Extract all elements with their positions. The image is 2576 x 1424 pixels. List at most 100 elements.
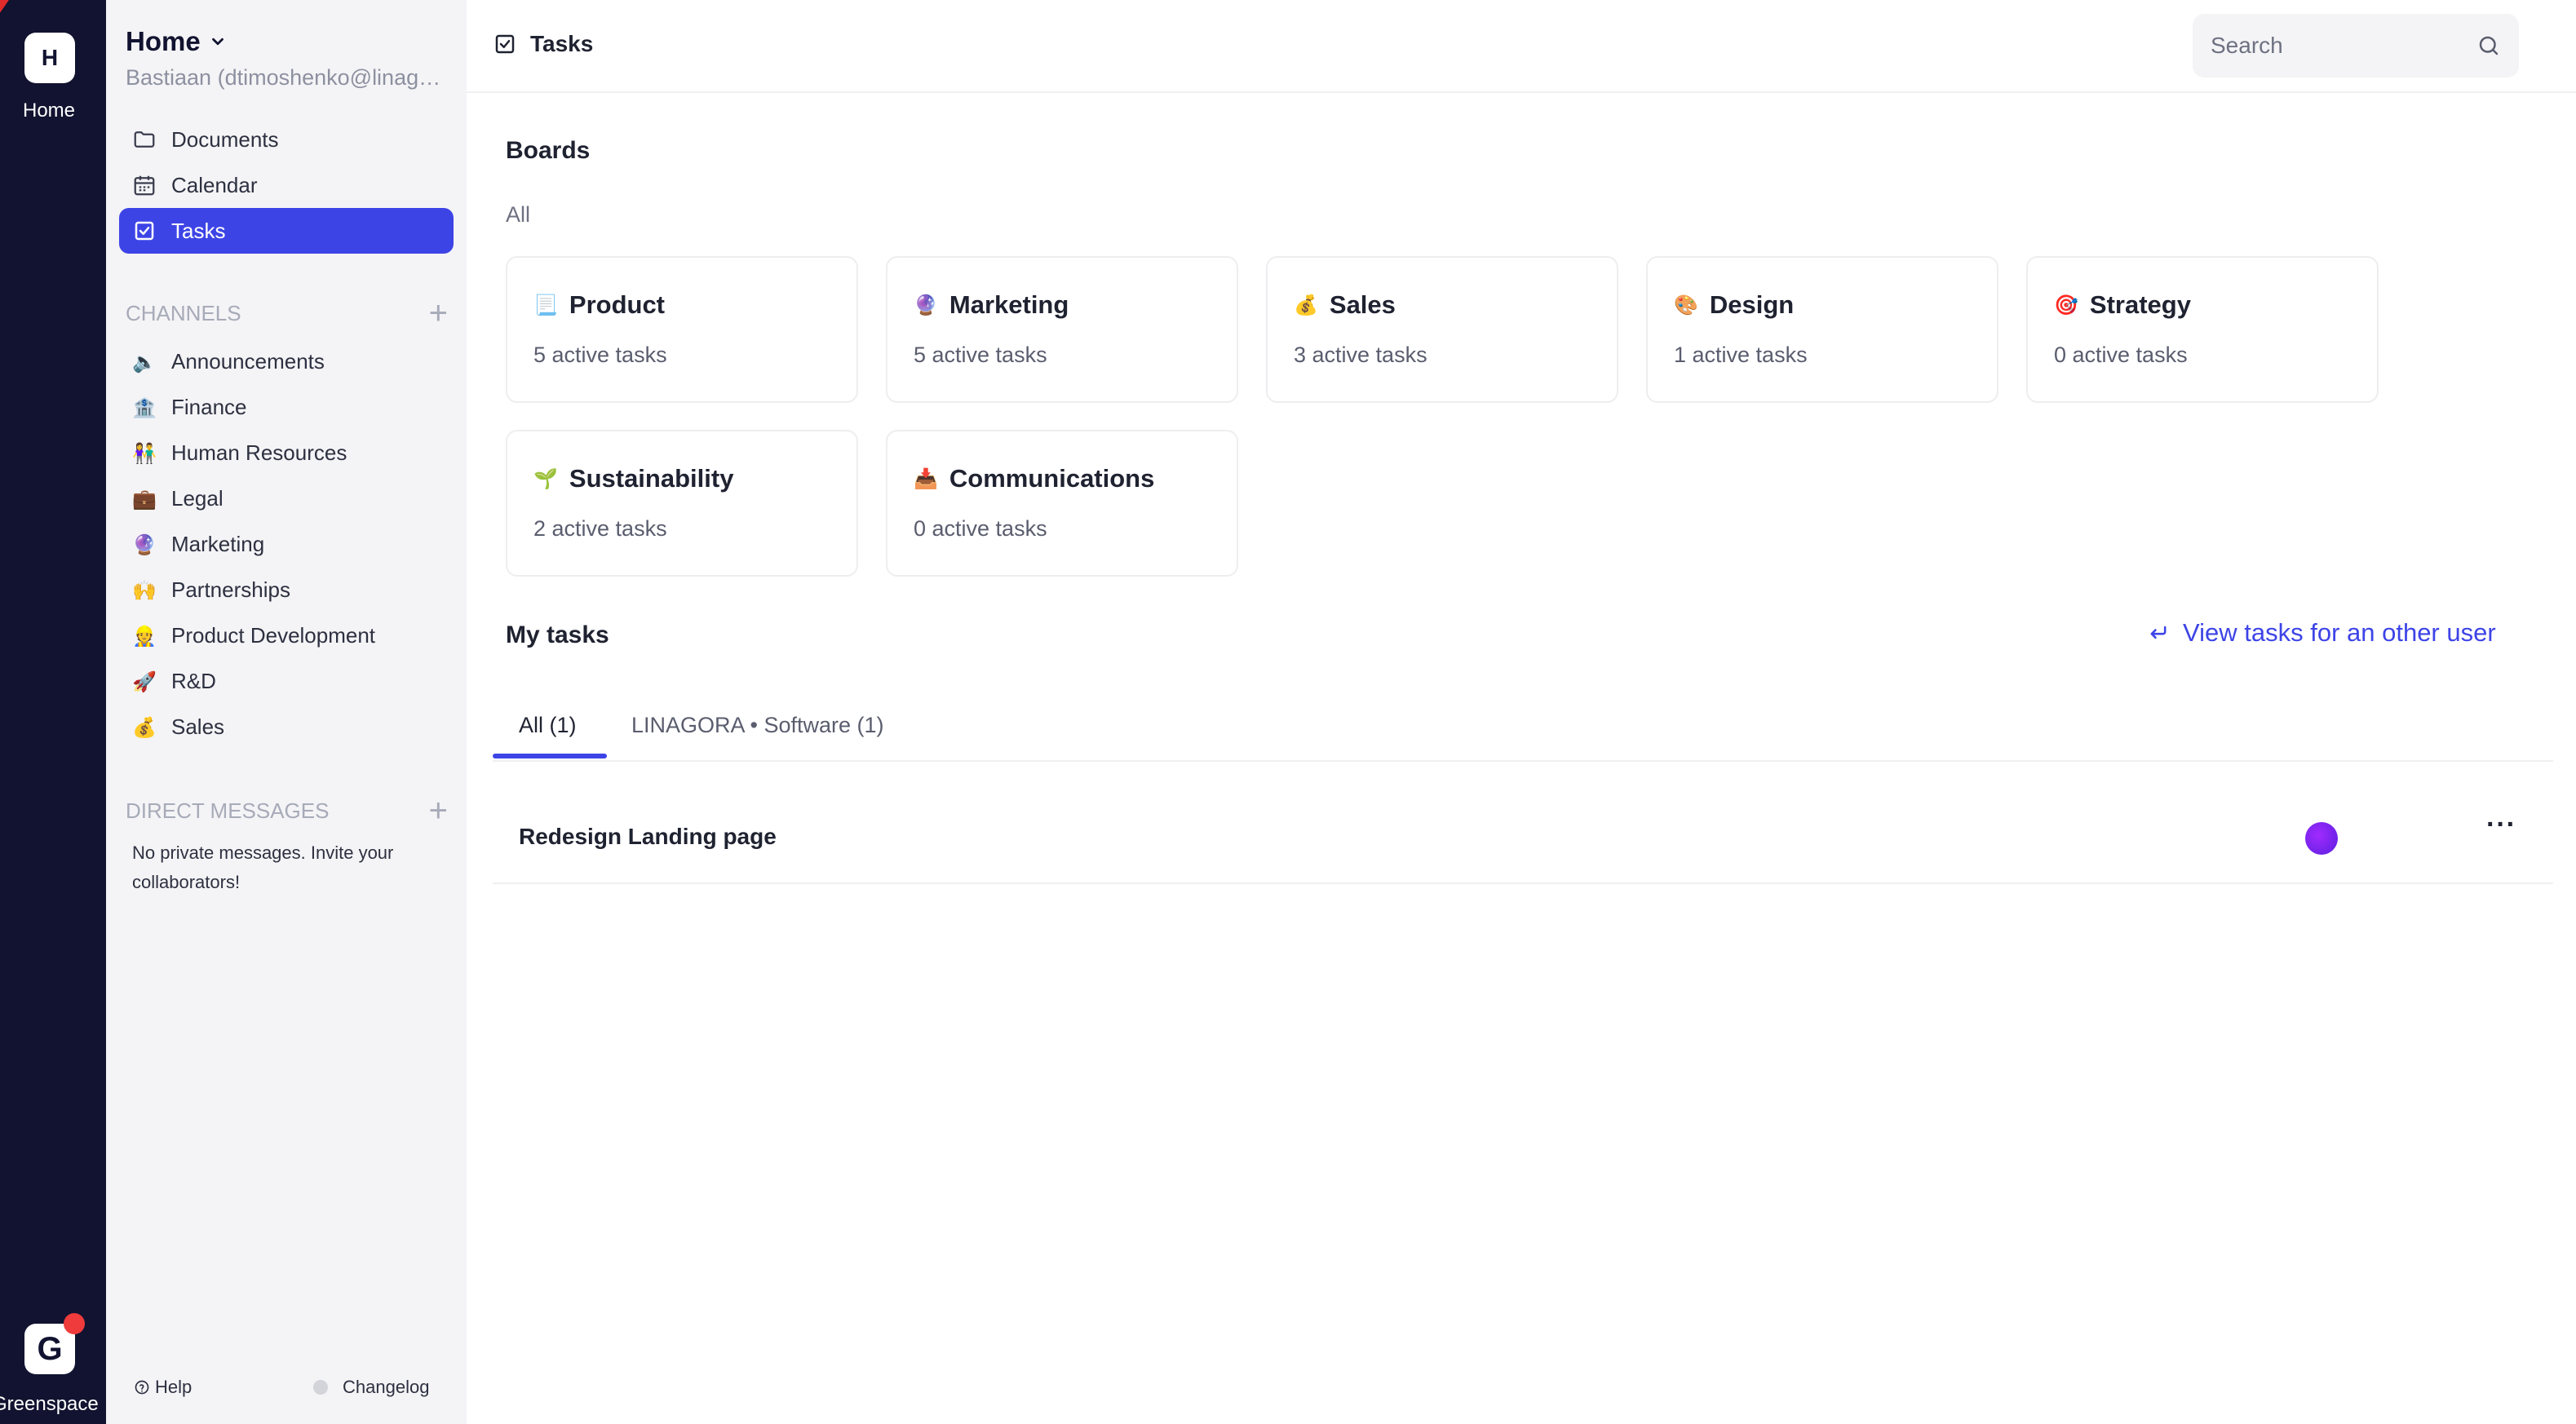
page-title-text: Tasks bbox=[530, 31, 594, 56]
channel-item[interactable]: 🔈 Announcements bbox=[132, 349, 325, 374]
more-options-icon[interactable]: ··· bbox=[2486, 809, 2516, 841]
search-box[interactable] bbox=[2193, 14, 2519, 77]
current-user: Bastiaan (dtimoshenko@linagora.com) bbox=[126, 65, 444, 90]
board-emoji: 🎯 bbox=[2054, 294, 2078, 316]
channel-item[interactable]: 🙌 Partnerships bbox=[132, 577, 290, 603]
search-input[interactable] bbox=[2211, 33, 2472, 59]
board-task-count: 1 active tasks bbox=[1674, 343, 1808, 367]
boards-heading: Boards bbox=[506, 137, 591, 164]
table-row[interactable]: Redesign Landing page ··· bbox=[493, 791, 2553, 884]
task-name: Redesign Landing page bbox=[519, 824, 777, 849]
boards-filter-all[interactable]: All bbox=[506, 202, 530, 228]
board-title: 🌱 Sustainability bbox=[533, 464, 733, 493]
board-card-sustainability[interactable]: 🌱 Sustainability 2 active tasks bbox=[506, 430, 858, 577]
board-emoji: 🔮 bbox=[914, 294, 938, 316]
channels-heading: CHANNELS bbox=[126, 300, 241, 325]
board-task-count: 0 active tasks bbox=[914, 516, 1047, 541]
channel-label: Legal bbox=[171, 486, 224, 511]
board-title: 🎨 Design bbox=[1674, 290, 1794, 320]
channel-item[interactable]: 🏦 Finance bbox=[132, 395, 247, 420]
calendar-icon bbox=[134, 175, 155, 196]
board-task-count: 0 active tasks bbox=[2054, 343, 2188, 367]
board-title: 💰 Sales bbox=[1294, 290, 1396, 320]
board-name: Design bbox=[1709, 290, 1795, 319]
channel-item[interactable]: 🚀 R&D bbox=[132, 669, 216, 694]
board-card-sales[interactable]: 💰 Sales 3 active tasks bbox=[1266, 256, 1618, 403]
chevron-down-icon bbox=[211, 38, 224, 46]
board-card-strategy[interactable]: 🎯 Strategy 0 active tasks bbox=[2026, 256, 2379, 403]
tab-linagora-software[interactable]: LINAGORA • Software (1) bbox=[631, 713, 884, 738]
direct-messages-heading: DIRECT MESSAGES bbox=[126, 798, 330, 823]
sidebar-item-calendar[interactable]: Calendar bbox=[119, 162, 454, 208]
board-emoji: 🎨 bbox=[1674, 294, 1698, 316]
workspace-title-text: Home bbox=[126, 26, 201, 56]
my-tasks-heading: My tasks bbox=[506, 621, 609, 648]
board-card-communications[interactable]: 📥 Communications 0 active tasks bbox=[886, 430, 1238, 577]
channels-header: CHANNELS + bbox=[126, 297, 448, 329]
board-card-marketing[interactable]: 🔮 Marketing 5 active tasks bbox=[886, 256, 1238, 403]
sidebar-item-label: Tasks bbox=[171, 218, 226, 243]
my-tasks-tabs: All (1) LINAGORA • Software (1) bbox=[493, 701, 2553, 762]
board-name: Sales bbox=[1329, 290, 1396, 319]
workspace-title[interactable]: Home bbox=[126, 26, 227, 57]
board-emoji: 📥 bbox=[914, 467, 938, 490]
notification-dot bbox=[64, 1313, 85, 1334]
channel-label: Announcements bbox=[171, 349, 325, 374]
workspace-avatar[interactable]: H bbox=[24, 33, 75, 83]
board-emoji: 🌱 bbox=[533, 467, 558, 490]
return-arrow-icon bbox=[2150, 626, 2167, 639]
channel-emoji: 🚀 bbox=[132, 670, 157, 693]
channel-label: Partnerships bbox=[171, 577, 290, 602]
search-icon[interactable] bbox=[2476, 33, 2501, 58]
add-channel-icon[interactable]: + bbox=[429, 297, 448, 329]
board-name: Sustainability bbox=[569, 464, 734, 493]
channel-emoji: 🔈 bbox=[132, 350, 157, 374]
workspace-rail: BETA H Home G Greenspace bbox=[0, 0, 106, 1424]
page-title: Tasks bbox=[493, 31, 593, 57]
channel-emoji: 🙌 bbox=[132, 578, 157, 602]
board-card-design[interactable]: 🎨 Design 1 active tasks bbox=[1646, 256, 1998, 403]
sidebar-item-tasks[interactable]: Tasks bbox=[119, 208, 454, 254]
channel-item[interactable]: 👷 Product Development bbox=[132, 623, 375, 648]
main-content: Tasks Boards All 📃 Product 5 active tasks… bbox=[467, 0, 2576, 1424]
board-task-count: 5 active tasks bbox=[533, 343, 667, 367]
board-task-count: 2 active tasks bbox=[533, 516, 667, 541]
channel-label: Human Resources bbox=[171, 440, 347, 465]
sidebar-item-label: Calendar bbox=[171, 172, 258, 197]
board-card-product[interactable]: 📃 Product 5 active tasks bbox=[506, 256, 858, 403]
channel-emoji: 👷 bbox=[132, 624, 157, 648]
app-label: Greenspace bbox=[0, 1393, 99, 1415]
board-emoji: 📃 bbox=[533, 294, 558, 316]
board-title: 🔮 Marketing bbox=[914, 290, 1069, 320]
help-icon bbox=[135, 1380, 149, 1395]
channel-item[interactable]: 💼 Legal bbox=[132, 486, 224, 511]
channel-item[interactable]: 💰 Sales bbox=[132, 714, 224, 740]
channel-label: Sales bbox=[171, 714, 225, 739]
help-label: Help bbox=[155, 1377, 193, 1397]
channel-emoji: 🏦 bbox=[132, 396, 157, 419]
channel-label: R&D bbox=[171, 669, 216, 693]
channel-label: Finance bbox=[171, 395, 247, 419]
channel-item[interactable]: 🔮 Marketing bbox=[132, 532, 264, 557]
sidebar: Home Bastiaan (dtimoshenko@linagora.com)… bbox=[106, 0, 467, 1424]
tab-all[interactable]: All (1) bbox=[519, 713, 577, 738]
changelog-status-dot bbox=[313, 1380, 328, 1395]
changelog-link[interactable]: Changelog bbox=[313, 1377, 429, 1398]
board-task-count: 3 active tasks bbox=[1294, 343, 1427, 367]
channel-item[interactable]: 👫 Human Resources bbox=[132, 440, 347, 466]
board-name: Product bbox=[569, 290, 666, 319]
sidebar-item-documents[interactable]: Documents bbox=[119, 117, 454, 162]
board-task-count: 5 active tasks bbox=[914, 343, 1047, 367]
board-name: Strategy bbox=[2089, 290, 2191, 319]
help-link[interactable]: Help bbox=[134, 1377, 192, 1398]
board-name: Communications bbox=[949, 464, 1155, 493]
board-title: 📥 Communications bbox=[914, 464, 1154, 493]
board-emoji: 💰 bbox=[1294, 294, 1318, 316]
add-direct-message-icon[interactable]: + bbox=[429, 794, 448, 827]
view-other-user-tasks-link[interactable]: View tasks for an other user bbox=[2147, 618, 2496, 648]
board-name: Marketing bbox=[949, 290, 1069, 319]
assignee-avatar[interactable] bbox=[2305, 822, 2338, 855]
workspace-label: Home bbox=[22, 100, 76, 122]
sidebar-item-label: Documents bbox=[171, 126, 279, 152]
active-tab-indicator bbox=[493, 754, 607, 758]
